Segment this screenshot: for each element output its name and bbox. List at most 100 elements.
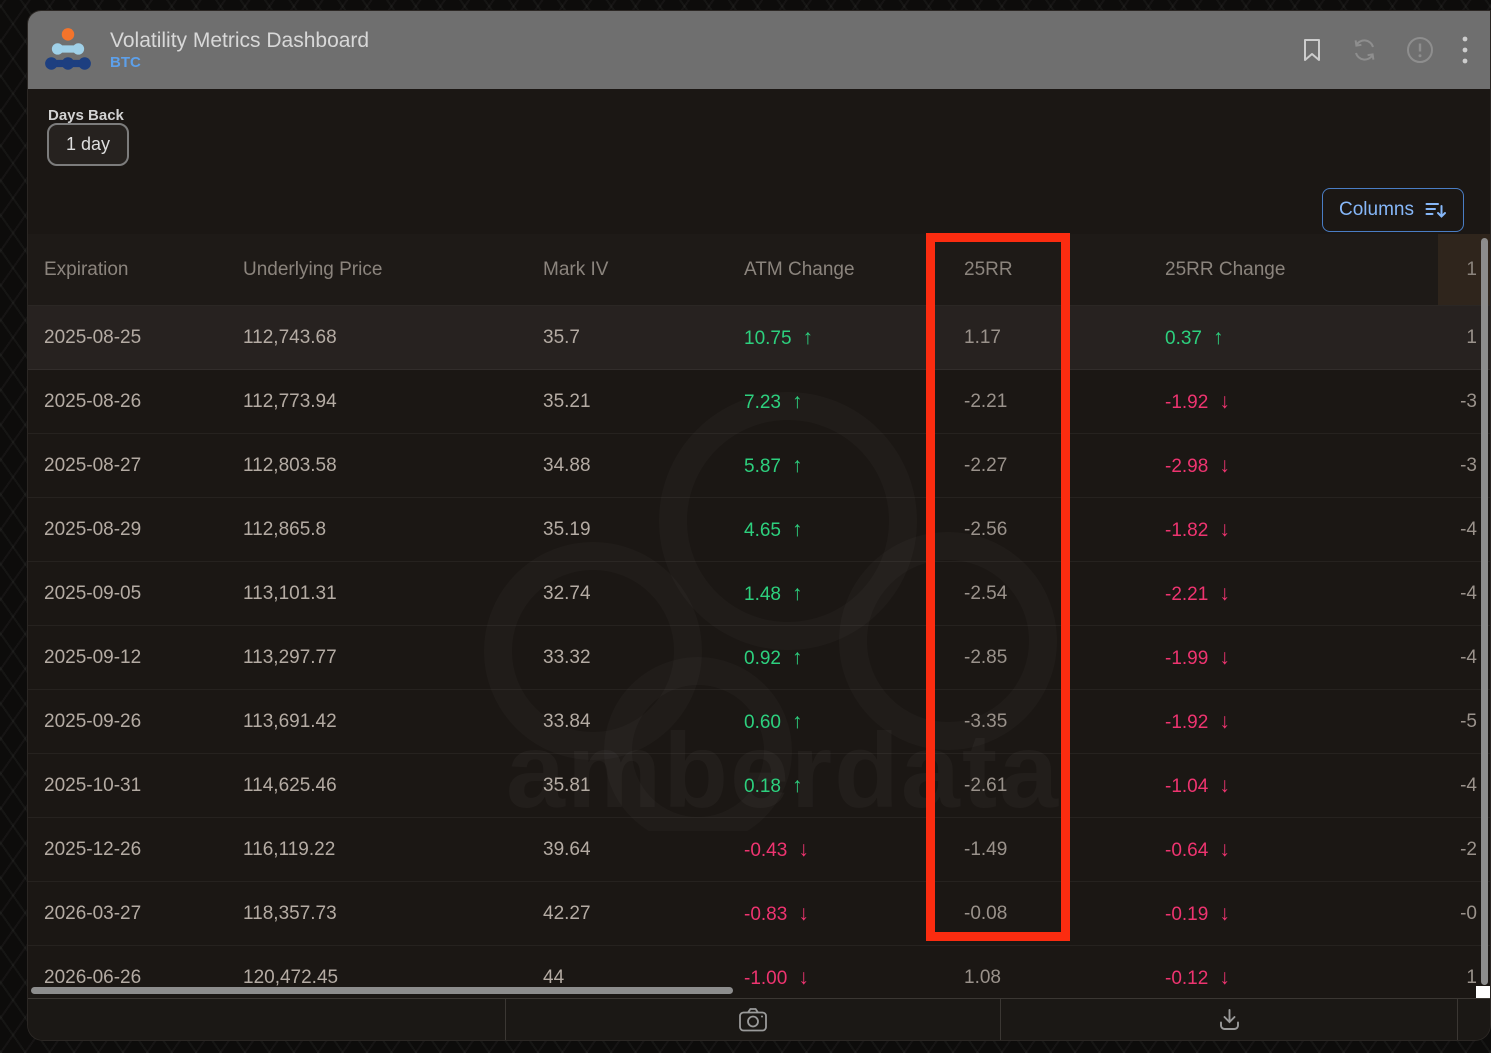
atm-change-cell: 5.87↑ <box>744 454 964 478</box>
table-row[interactable]: 2025-09-26 113,691.42 33.84 0.60↑ -3.35 … <box>28 690 1490 754</box>
alert-circle-icon[interactable] <box>1406 36 1434 64</box>
atm-change-cell: 0.60↑ <box>744 710 964 734</box>
mark-iv-cell: 44 <box>543 967 744 989</box>
column-header-mark-iv[interactable]: Mark IV <box>543 234 744 305</box>
atm-change-value: 10.75 <box>744 328 792 349</box>
column-header-25rr[interactable]: 25RR <box>964 234 1165 305</box>
atm-change-value: -0.83 <box>744 904 787 925</box>
table-row[interactable]: 2025-08-25 112,743.68 35.7 10.75↑ 1.17 0… <box>28 306 1490 370</box>
atm-change-cell: -1.00↓ <box>744 966 964 990</box>
table-row[interactable]: 2025-08-29 112,865.8 35.19 4.65↑ -2.56 -… <box>28 498 1490 562</box>
trend-arrow-icon: ↑ <box>792 646 803 669</box>
mark-iv-cell: 42.27 <box>543 903 744 925</box>
expiration-cell: 2025-09-12 <box>44 647 243 669</box>
rr25-change-cell: -1.04 ↓ <box>1165 774 1438 798</box>
atm-change-cell: 4.65↑ <box>744 518 964 542</box>
trend-arrow-icon: ↓ <box>1219 838 1230 861</box>
table-row[interactable]: 2025-09-05 113,101.31 32.74 1.48↑ -2.54 … <box>28 562 1490 626</box>
rr25-change-cell: -2.98 ↓ <box>1165 454 1438 478</box>
atm-change-cell: 7.23↑ <box>744 390 964 414</box>
underlying-price-cell: 112,865.8 <box>243 519 543 541</box>
amberdata-logo-icon <box>42 24 94 76</box>
rr25-change-cell: -0.64 ↓ <box>1165 838 1438 862</box>
rr25-change-value: 0.37 <box>1165 328 1202 349</box>
kebab-menu-icon[interactable] <box>1462 36 1468 64</box>
horizontal-scrollbar[interactable] <box>31 987 733 994</box>
rr25-change-cell: -0.12↓ <box>1165 966 1438 990</box>
mark-iv-cell: 35.21 <box>543 391 744 413</box>
titlebar-actions <box>1301 36 1468 64</box>
rr25-change-cell: -2.21↓ <box>1165 582 1438 606</box>
column-header-25rr-change[interactable]: 25RR Change <box>1165 234 1438 305</box>
underlying-price-cell: 118,357.73 <box>243 903 543 925</box>
asset-label: BTC <box>110 54 369 72</box>
refresh-icon[interactable] <box>1351 38 1378 62</box>
atm-change-cell: -0.43↓ <box>744 838 964 862</box>
days-back-select[interactable]: 1 day <box>47 123 129 166</box>
trend-arrow-icon: ↓ <box>1219 646 1230 669</box>
column-header-expiration[interactable]: Expiration <box>44 234 243 305</box>
rr25-cell: -2.61 <box>964 775 1165 797</box>
table-row[interactable]: 2025-09-12 113,297.77 33.32 0.92↑ -2.85 … <box>28 626 1490 690</box>
rr25-change-value: -1.92 <box>1165 392 1208 413</box>
rr25-cell: -2.85 <box>964 647 1165 669</box>
vertical-scrollbar[interactable] <box>1481 238 1488 985</box>
atm-change-cell: 1.48↑ <box>744 582 964 606</box>
atm-change-value: 0.92 <box>744 648 781 669</box>
atm-change-value: -1.00 <box>744 968 787 989</box>
column-header-atm-change[interactable]: ATM Change <box>744 234 964 305</box>
trend-arrow-icon: ↓ <box>1219 966 1230 989</box>
expiration-cell: 2025-08-26 <box>44 391 243 413</box>
atm-change-value: 1.48 <box>744 584 781 605</box>
atm-change-value: 5.87 <box>744 456 781 477</box>
mark-iv-cell: 39.64 <box>543 839 744 861</box>
atm-change-value: 7.23 <box>744 392 781 413</box>
rr25-cell: -2.56 <box>964 519 1165 541</box>
widget-titlebar: Volatility Metrics Dashboard BTC <box>28 11 1490 89</box>
column-sort-icon <box>1425 201 1447 220</box>
atm-change-value: 4.65 <box>744 520 781 541</box>
mark-iv-cell: 34.88 <box>543 455 744 477</box>
camera-icon[interactable] <box>738 1006 768 1033</box>
bookmark-icon[interactable] <box>1301 38 1323 62</box>
rr25-cell: -3.35 <box>964 711 1165 733</box>
rr25-cell: -0.08 <box>964 903 1165 925</box>
underlying-price-cell: 113,297.77 <box>243 647 543 669</box>
trend-arrow-icon: ↑ <box>803 326 814 349</box>
expiration-cell: 2026-03-27 <box>44 903 243 925</box>
trend-arrow-icon: ↓ <box>1219 774 1230 797</box>
trend-arrow-icon: ↓ <box>1219 710 1230 733</box>
trend-arrow-icon: ↓ <box>1219 454 1230 477</box>
column-header-underlying-price[interactable]: Underlying Price <box>243 234 543 305</box>
footer-left-cell <box>28 999 506 1040</box>
table-row[interactable]: 2026-03-27 118,357.73 42.27 -0.83 ↓ -0.08… <box>28 882 1490 946</box>
underlying-price-cell: 113,101.31 <box>243 583 543 605</box>
trend-arrow-icon: ↓ <box>798 902 809 925</box>
underlying-price-cell: 116,119.22 <box>243 839 543 861</box>
table-row[interactable]: 2025-10-31 114,625.46 35.81 0.18↑ -2.61 … <box>28 754 1490 818</box>
table-row[interactable]: 2025-08-27 112,803.58 34.88 5.87↑ -2.27 … <box>28 434 1490 498</box>
columns-button[interactable]: Columns <box>1322 188 1464 232</box>
rr25-change-value: -2.98 <box>1165 456 1208 477</box>
table-row[interactable]: 2025-12-26 116,119.22 39.64 -0.43↓ -1.49… <box>28 818 1490 882</box>
trend-arrow-icon: ↑ <box>792 774 803 797</box>
mark-iv-cell: 33.32 <box>543 647 744 669</box>
rr25-change-value: -1.04 <box>1165 776 1208 797</box>
rr25-change-cell: -0.19 ↓ <box>1165 902 1438 926</box>
page-title: Volatility Metrics Dashboard <box>110 28 369 54</box>
download-icon[interactable] <box>1216 1006 1243 1033</box>
expiration-cell: 2025-08-27 <box>44 455 243 477</box>
atm-change-cell: 10.75 ↑ <box>744 326 964 350</box>
underlying-price-cell: 112,803.58 <box>243 455 543 477</box>
mark-iv-cell: 32.74 <box>543 583 744 605</box>
trend-arrow-icon: ↓ <box>1219 518 1230 541</box>
atm-change-value: -0.43 <box>744 840 787 861</box>
footer-right-cell <box>1001 999 1458 1040</box>
rr25-change-value: -0.19 <box>1165 904 1208 925</box>
rr25-change-cell: -1.92↓ <box>1165 710 1438 734</box>
trend-arrow-icon: ↓ <box>1219 902 1230 925</box>
table-row[interactable]: 2025-08-26 112,773.94 35.21 7.23↑ -2.21 … <box>28 370 1490 434</box>
footer-corner-cell <box>1458 999 1490 1040</box>
rr25-change-value: -0.64 <box>1165 840 1208 861</box>
underlying-price-cell: 120,472.45 <box>243 967 543 989</box>
